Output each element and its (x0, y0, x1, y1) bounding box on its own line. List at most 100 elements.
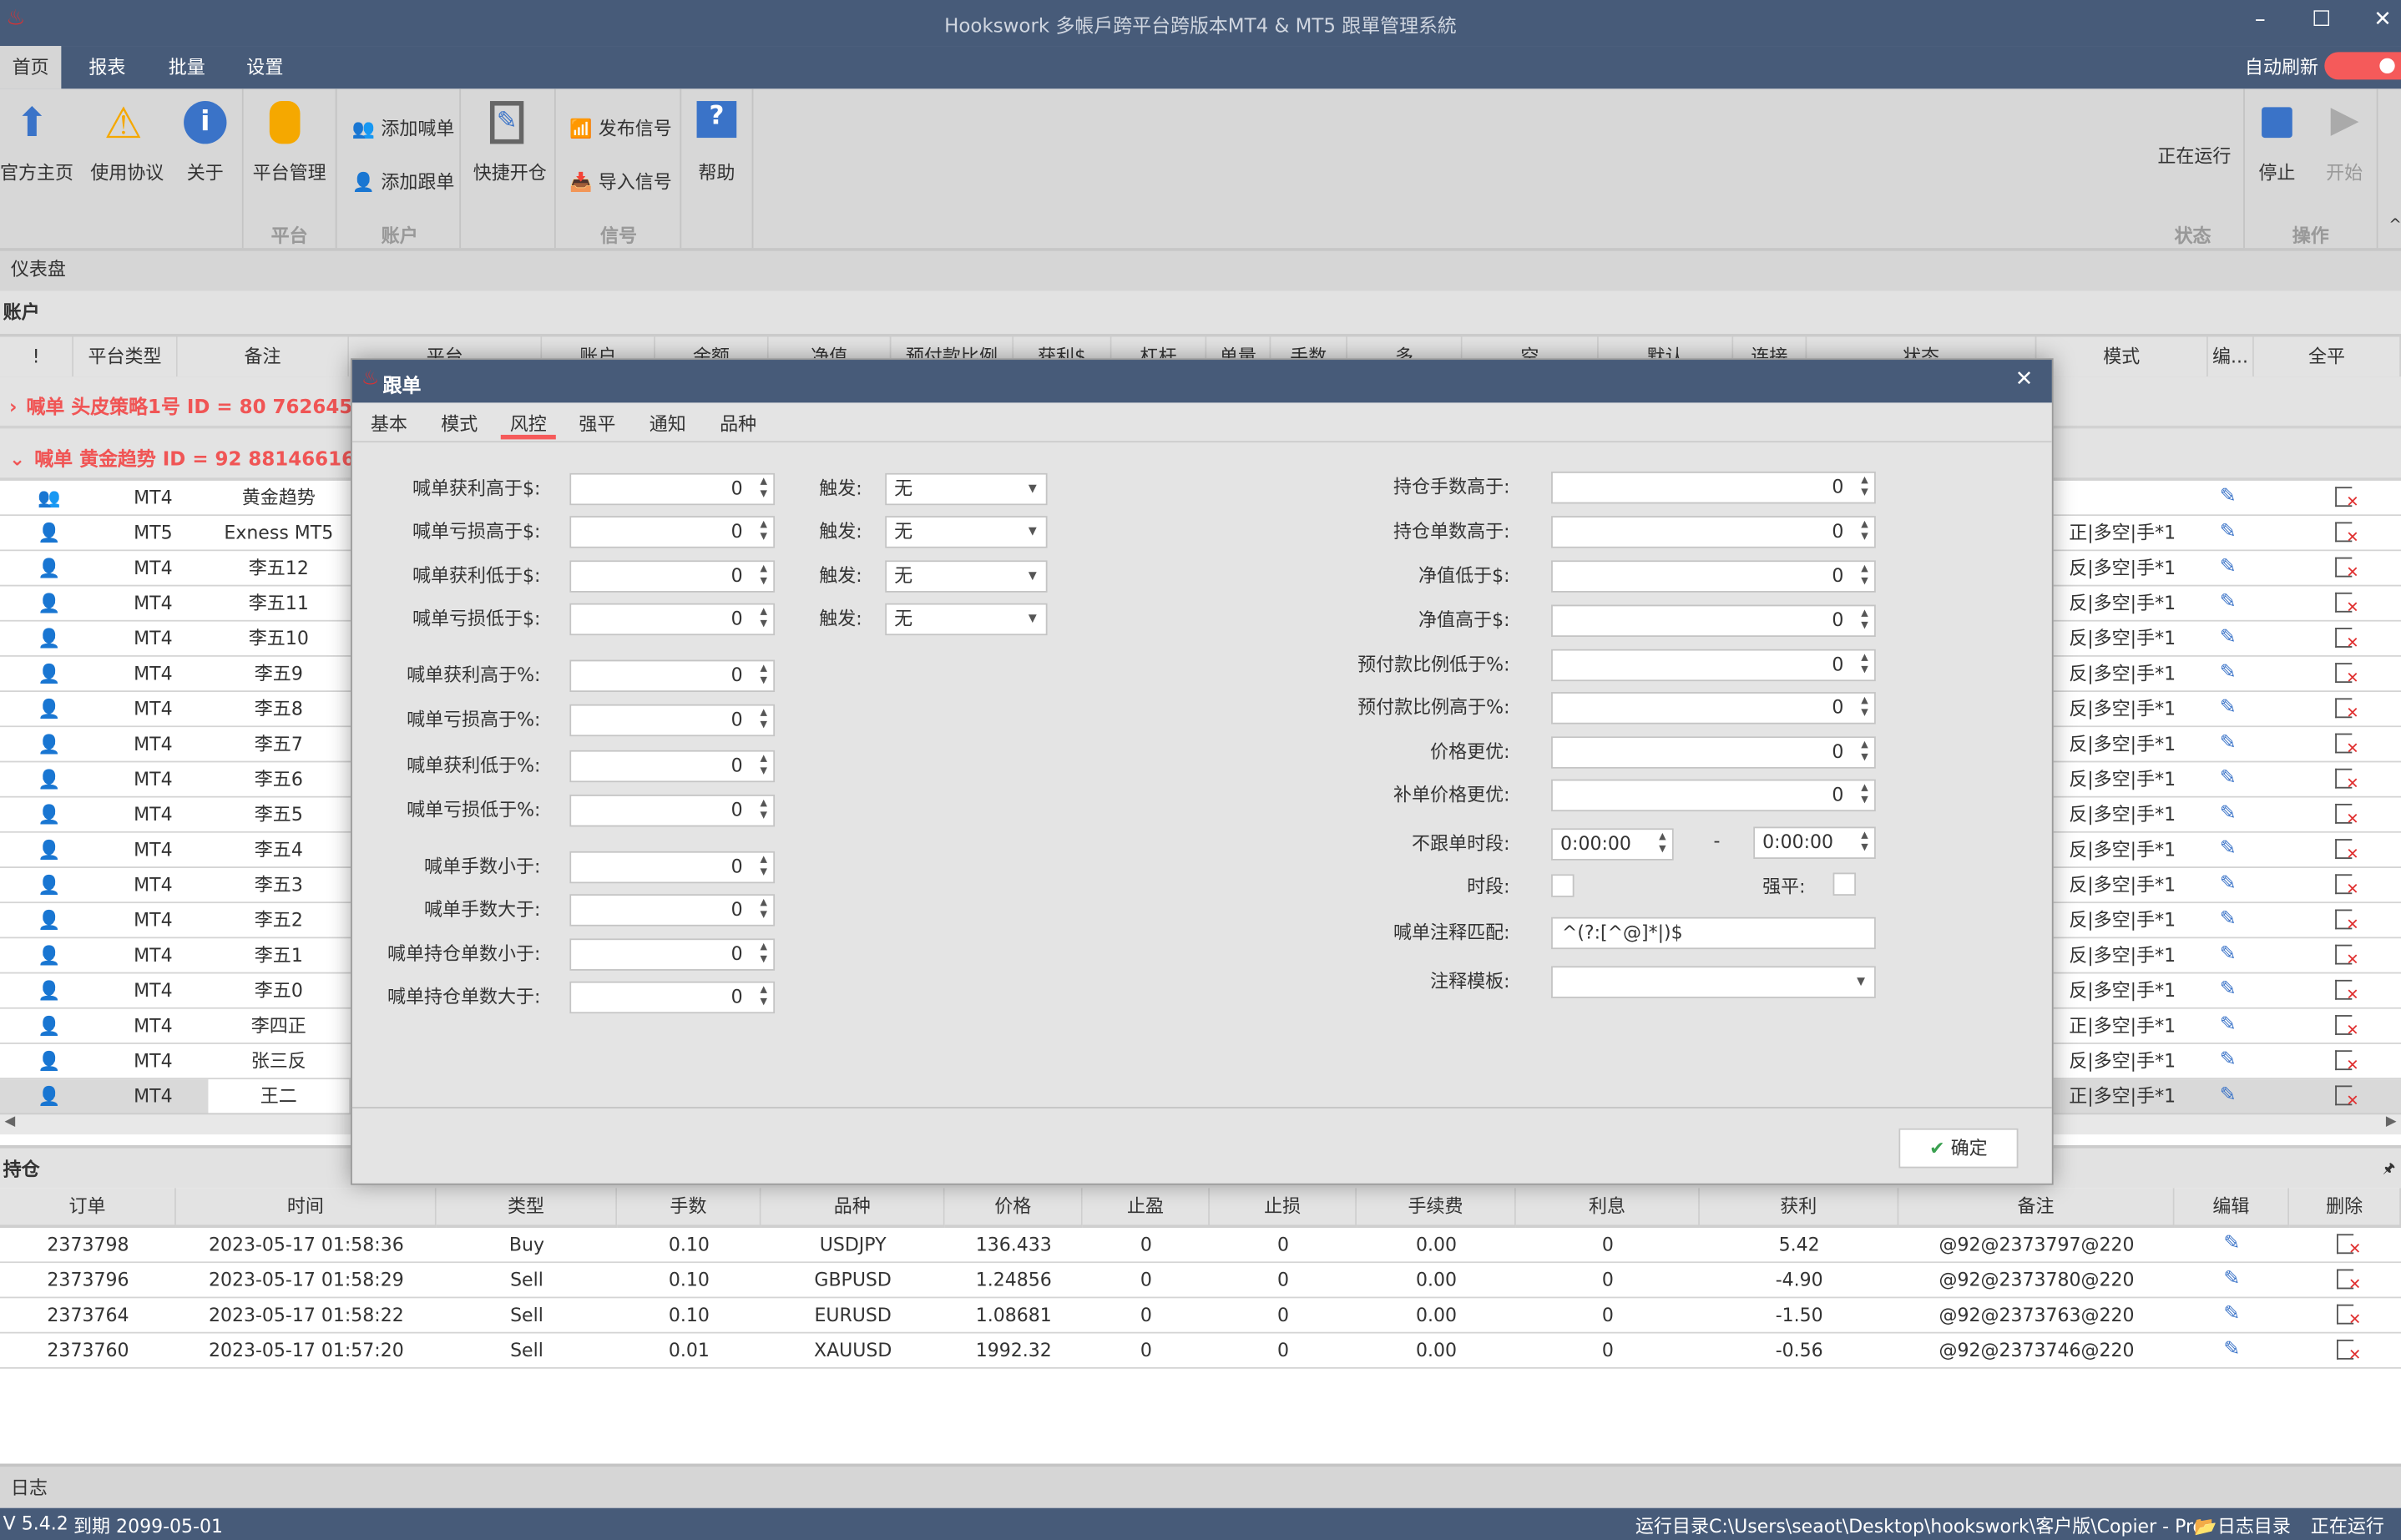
edit-pencil-icon[interactable]: ✎ (2208, 516, 2248, 549)
spinner-arrows-icon[interactable]: ▲ ▼ (760, 753, 766, 777)
numeric-input[interactable]: 0 ▲ ▼ (569, 794, 776, 827)
spinner-arrows-icon[interactable]: ▲ ▼ (1861, 608, 1868, 632)
spinner-arrows-icon[interactable]: ▲ ▼ (760, 942, 766, 966)
spinner-arrows-icon[interactable]: ▲ ▼ (760, 519, 766, 543)
time-from-input[interactable]: 0:00:00 ▲ ▼ (1551, 828, 1674, 861)
column-header[interactable]: 编... (2207, 336, 2254, 380)
import-signal-button[interactable]: 📥 导入信号 (569, 169, 672, 194)
add-signal-button[interactable]: 👥 添加喊单 (352, 115, 455, 141)
dialog-tab[interactable]: 基本 (371, 411, 407, 437)
close-all-button[interactable]: ✕ (2297, 833, 2388, 866)
menu-tab-settings[interactable]: 设置 (235, 46, 296, 88)
spinner-arrows-icon[interactable]: ▲ ▼ (1861, 740, 1868, 764)
close-all-button[interactable]: ✕ (2297, 938, 2388, 972)
close-all-button[interactable]: ✕ (2297, 974, 2388, 1007)
dialog-tab[interactable]: 强平 (579, 411, 615, 437)
quick-open-button[interactable]: 快捷开仓 (466, 159, 554, 185)
column-header[interactable]: 止损 (1210, 1188, 1357, 1229)
column-header[interactable]: ! (0, 336, 74, 380)
close-all-button[interactable]: ✕ (2297, 657, 2388, 690)
ok-button[interactable]: ✔ 确定 (1898, 1128, 2019, 1169)
spinner-arrows-icon[interactable]: ▲ ▼ (760, 707, 766, 731)
edit-pencil-icon[interactable]: ✎ (2175, 1263, 2290, 1296)
spinner-arrows-icon[interactable]: ▲ ▼ (1861, 563, 1868, 588)
column-header[interactable]: 编辑 (2174, 1188, 2290, 1229)
edit-pencil-icon[interactable]: ✎ (2208, 833, 2248, 866)
spinner-arrows-icon[interactable]: ▲ ▼ (1659, 831, 1666, 856)
numeric-input[interactable]: 0 ▲ ▼ (1551, 692, 1876, 725)
dialog-tab[interactable]: 品种 (720, 411, 756, 437)
close-all-button[interactable]: ✕ (2297, 762, 2388, 795)
column-header[interactable]: 平台类型 (73, 336, 178, 380)
column-header[interactable]: 删除 (2289, 1188, 2401, 1229)
minimize-button[interactable]: – (2245, 8, 2276, 32)
position-row[interactable]: 2373760 2023-05-17 01:57:20 Sell 0.01 XAUUSD… (0, 1333, 2401, 1369)
numeric-input[interactable]: 0 ▲ ▼ (1551, 779, 1876, 812)
menu-tab-batch[interactable]: 批量 (156, 46, 217, 88)
edit-pencil-icon[interactable]: ✎ (2175, 1298, 2290, 1331)
close-button[interactable]: ✕ (2368, 8, 2398, 32)
column-header[interactable]: 品种 (761, 1188, 945, 1229)
edit-pencil-icon[interactable]: ✎ (2175, 1228, 2290, 1261)
edit-pencil-icon[interactable]: ✎ (2208, 1079, 2248, 1113)
help-button[interactable]: 帮助 (686, 159, 747, 185)
column-header[interactable]: 备注 (1898, 1188, 2175, 1229)
log-directory-link[interactable]: 📂日志目录 (2194, 1512, 2290, 1538)
numeric-input[interactable]: 0 ▲ ▼ (1551, 560, 1876, 593)
spinner-arrows-icon[interactable]: ▲ ▼ (1861, 695, 1868, 720)
spinner-arrows-icon[interactable]: ▲ ▼ (760, 798, 766, 822)
edit-pencil-icon[interactable]: ✎ (2208, 798, 2248, 831)
agreement-button[interactable]: 使用协议 (86, 159, 169, 185)
publish-signal-button[interactable]: 📶 发布信号 (569, 115, 672, 141)
edit-pencil-icon[interactable]: ✎ (2208, 657, 2248, 690)
pin-icon[interactable]: 🖈 (2383, 1158, 2395, 1182)
numeric-input[interactable]: 0 ▲ ▼ (569, 603, 776, 636)
edit-pencil-icon[interactable]: ✎ (2208, 903, 2248, 937)
delete-button[interactable]: ✕ (2289, 1334, 2401, 1367)
dialog-tab[interactable]: 通知 (650, 411, 686, 437)
home-button[interactable]: 官方主页 (0, 159, 73, 185)
spinner-arrows-icon[interactable]: ▲ ▼ (1861, 652, 1868, 676)
numeric-input[interactable]: 0 ▲ ▼ (569, 750, 776, 783)
spinner-arrows-icon[interactable]: ▲ ▼ (1861, 782, 1868, 806)
edit-pencil-icon[interactable]: ✎ (2208, 1009, 2248, 1043)
edit-pencil-icon[interactable]: ✎ (2208, 974, 2248, 1007)
spinner-arrows-icon[interactable]: ▲ ▼ (760, 606, 766, 630)
spinner-arrows-icon[interactable]: ▲ ▼ (1861, 519, 1868, 543)
spinner-arrows-icon[interactable]: ▲ ▼ (1861, 475, 1868, 499)
trigger-select[interactable]: 无 ▼ (885, 472, 1048, 506)
column-header[interactable]: 备注 (177, 336, 350, 380)
edit-pencil-icon[interactable]: ✎ (2208, 551, 2248, 584)
column-header[interactable]: 获利 (1699, 1188, 1899, 1229)
spinner-arrows-icon[interactable]: ▲ ▼ (760, 897, 766, 921)
edit-pencil-icon[interactable]: ✎ (2208, 692, 2248, 725)
close-all-button[interactable]: ✕ (2297, 1079, 2388, 1113)
numeric-input[interactable]: 0 ▲ ▼ (569, 704, 776, 737)
numeric-input[interactable]: 0 ▲ ▼ (569, 560, 776, 593)
edit-pencil-icon[interactable]: ✎ (2208, 762, 2248, 795)
comment-match-input[interactable]: ^(?:[^@]*|)$ (1551, 916, 1876, 950)
edit-pencil-icon[interactable]: ✎ (2208, 622, 2248, 655)
spinner-arrows-icon[interactable]: ▲ ▼ (1861, 830, 1868, 854)
numeric-input[interactable]: 0 ▲ ▼ (1551, 649, 1876, 682)
delete-button[interactable]: ✕ (2289, 1228, 2401, 1261)
close-all-button[interactable]: ✕ (2297, 551, 2388, 584)
close-all-button[interactable]: ✕ (2297, 727, 2388, 760)
column-header[interactable]: 全平 (2253, 336, 2401, 380)
spinner-arrows-icon[interactable]: ▲ ▼ (760, 476, 766, 500)
numeric-input[interactable]: 0 ▲ ▼ (569, 472, 776, 506)
column-header[interactable]: 类型 (436, 1188, 618, 1229)
numeric-input[interactable]: 0 ▲ ▼ (569, 981, 776, 1014)
column-header[interactable]: 价格 (944, 1188, 1083, 1229)
edit-pencil-icon[interactable]: ✎ (2208, 727, 2248, 760)
close-all-button[interactable]: ✕ (2297, 798, 2388, 831)
auto-refresh-toggle[interactable] (2324, 52, 2401, 80)
close-all-button[interactable]: ✕ (2297, 903, 2388, 937)
position-row[interactable]: 2373764 2023-05-17 01:58:22 Sell 0.10 EURUSD… (0, 1298, 2401, 1334)
time-to-input[interactable]: 0:00:00 ▲ ▼ (1753, 826, 1876, 859)
comment-template-select[interactable]: ▼ (1551, 966, 1876, 998)
numeric-input[interactable]: 0 ▲ ▼ (569, 894, 776, 927)
delete-button[interactable]: ✕ (2289, 1298, 2401, 1331)
numeric-input[interactable]: 0 ▲ ▼ (1551, 604, 1876, 638)
column-header[interactable]: 订单 (0, 1188, 176, 1229)
